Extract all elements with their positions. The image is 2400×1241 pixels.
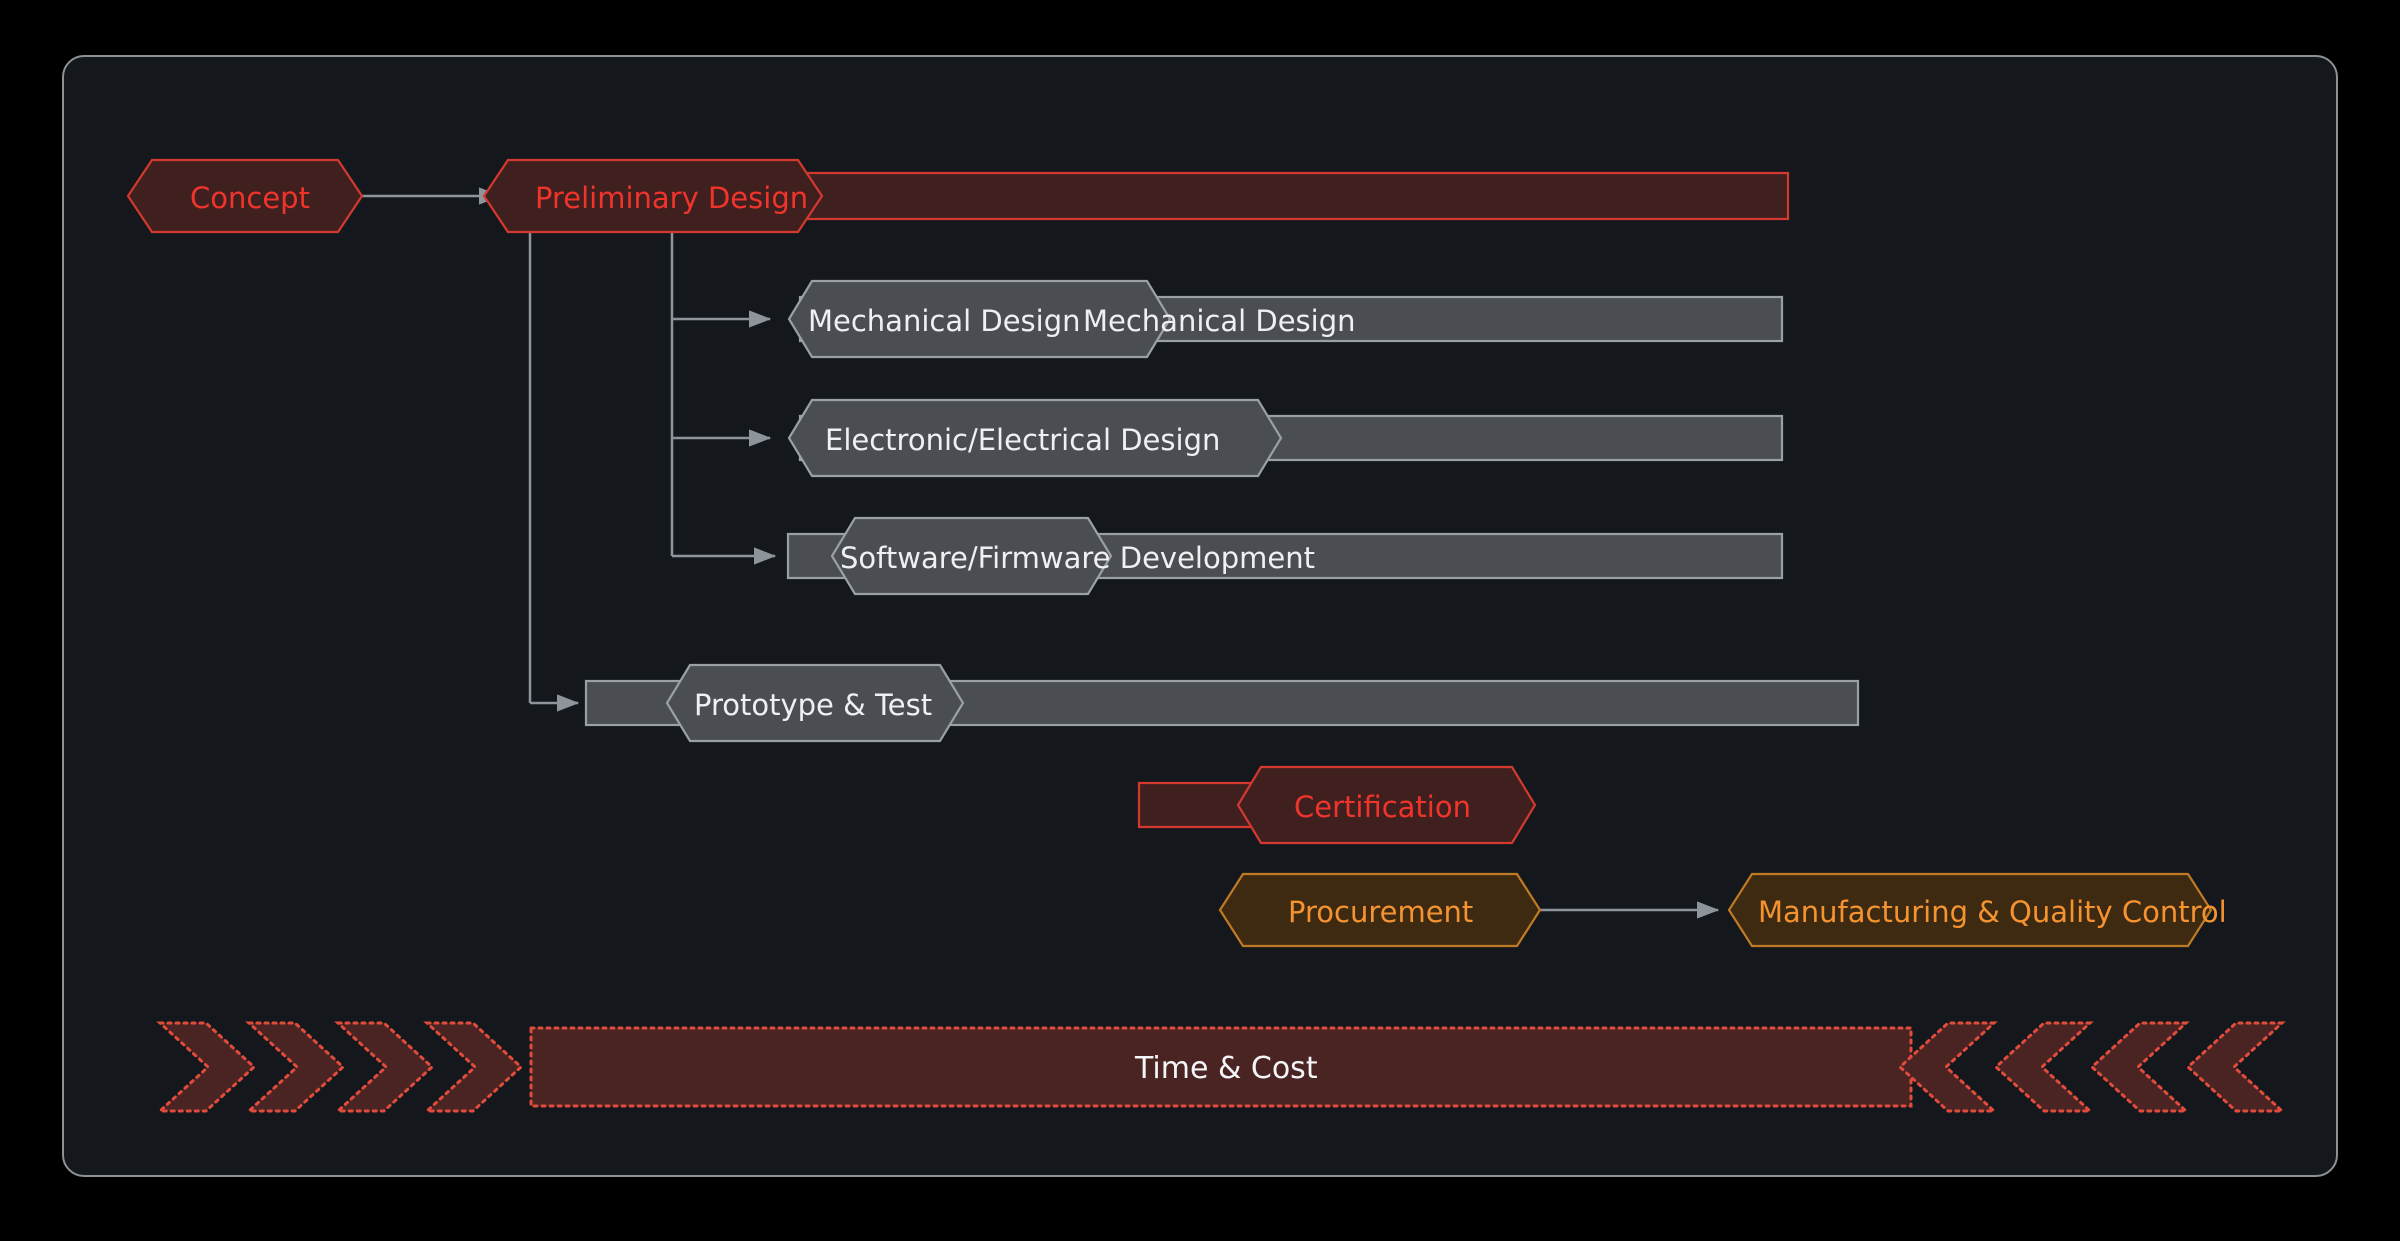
node-mechanical-design[interactable] <box>787 279 1784 359</box>
forward-chevron-4 <box>423 1021 524 1113</box>
node-electronic-electrical-design[interactable] <box>787 398 1784 478</box>
backward-chevron-2 <box>1993 1021 2094 1113</box>
forward-chevron-1 <box>156 1021 257 1113</box>
connector-preliminary-to-prototype <box>528 228 580 712</box>
node-concept[interactable] <box>126 158 364 234</box>
backward-chevron-4 <box>2185 1021 2286 1113</box>
node-preliminary-design[interactable] <box>482 158 1790 234</box>
node-time-cost[interactable] <box>529 1026 1913 1108</box>
node-manufacturing-quality-control[interactable] <box>1727 872 2213 948</box>
forward-chevron-group <box>156 1021 524 1113</box>
forward-chevron-3 <box>334 1021 435 1113</box>
forward-chevron-2 <box>245 1021 346 1113</box>
node-procurement[interactable] <box>1218 872 1542 948</box>
diagram-shapes-layer <box>126 158 2286 1113</box>
node-certification[interactable] <box>1137 765 1537 845</box>
backward-chevron-3 <box>2089 1021 2190 1113</box>
diagram-stage: Concept Preliminary Design Mechanical De… <box>0 0 2400 1241</box>
backward-chevron-group <box>1897 1021 2286 1113</box>
node-prototype-test[interactable] <box>584 663 1860 743</box>
node-software-firmware-development[interactable] <box>786 516 1784 596</box>
backward-chevron-1 <box>1897 1021 1998 1113</box>
connector-preliminary-to-subtasks <box>670 228 777 565</box>
